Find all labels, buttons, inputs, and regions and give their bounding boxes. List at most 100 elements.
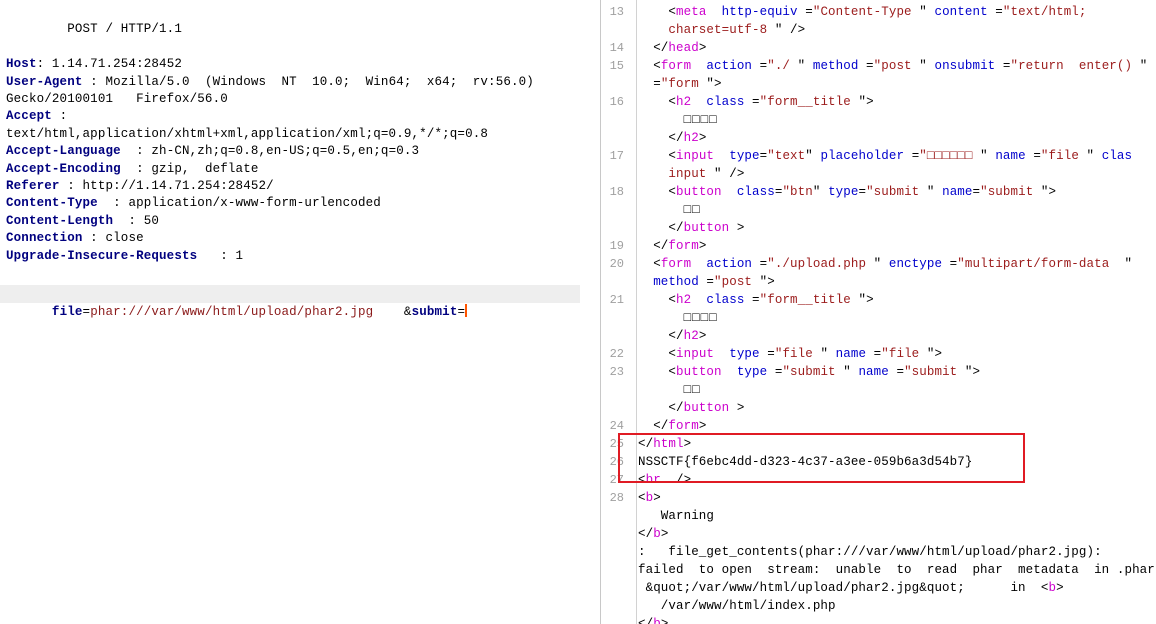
code-token-plain: =: [858, 185, 867, 199]
code-token-plain: &quot;/var/www/html/upload/phar2.jpg&quo…: [638, 581, 1049, 595]
source-line-code: </b>: [630, 615, 1156, 624]
source-line: 24 </form>: [600, 417, 1156, 435]
code-token-attr: class: [706, 293, 745, 307]
line-number: 20: [609, 257, 624, 271]
line-number: 22: [609, 347, 624, 361]
panel-divider[interactable]: [600, 0, 601, 624]
code-token-attr: http-equiv: [721, 5, 798, 19]
source-line-code: charset=utf-8 " />: [630, 21, 1156, 39]
code-token-tag: meta: [676, 5, 707, 19]
source-line-code: <button type ="submit " name ="submit ">: [630, 363, 1156, 381]
source-line: 27 <br />: [600, 471, 1156, 489]
source-line: </button >: [600, 219, 1156, 237]
source-line: </button >: [600, 399, 1156, 417]
code-token-plain: =: [972, 185, 981, 199]
source-line-code: □□□□: [630, 111, 1156, 129]
source-line: failed to open stream: unable to read ph…: [600, 561, 1156, 579]
code-token-plain: ">: [759, 275, 775, 289]
request-header-line: Accept-Encoding : gzip, deflate: [6, 161, 600, 178]
code-token-attr: class: [706, 95, 745, 109]
request-header-line: Accept :: [6, 108, 600, 125]
code-token-attr: name: [835, 347, 867, 361]
header-value: Mozilla/5.0 (Windows NT 10.0; Win64; x64…: [105, 74, 534, 89]
line-number: 15: [609, 59, 624, 73]
header-name: Accept: [6, 109, 52, 124]
source-line: charset=utf-8 " />: [600, 21, 1156, 39]
request-headers-area[interactable]: POST / HTTP/1.1 Host: 1.14.71.254:28452 U…: [0, 0, 600, 265]
request-header-line: Content-Type : application/x-www-form-ur…: [6, 195, 600, 212]
code-token-plain: =: [987, 5, 1003, 19]
code-token-plain: </: [638, 41, 669, 55]
code-token-tag: input: [676, 347, 715, 361]
code-token-plain: </: [638, 239, 669, 253]
code-token-plain: ">: [858, 95, 874, 109]
header-value: text/html,application/xhtml+xml,applicat…: [6, 126, 489, 141]
code-token-val: "submit: [866, 185, 927, 199]
code-token-plain: </: [638, 437, 654, 451]
code-token-attr: method: [812, 59, 859, 73]
request-header-line: Upgrade-Insecure-Requests : 1: [6, 248, 600, 265]
code-token-tofu: □□□□: [683, 113, 718, 127]
source-line-code: input " />: [630, 165, 1156, 183]
header-value: application/x-www-form-urlencoded: [128, 196, 381, 211]
code-token-tag: html: [653, 437, 684, 451]
screenshot-root: POST / HTTP/1.1 Host: 1.14.71.254:28452 U…: [0, 0, 1156, 624]
line-number: 14: [609, 41, 624, 55]
code-token-plain: <: [638, 491, 646, 505]
header-separator: :: [113, 213, 144, 228]
code-token-tag: form: [660, 59, 692, 73]
code-token-plain: NSSCTF{f6ebc4dd-d323-4c37-a3ee-059b6a3d5…: [638, 455, 973, 469]
source-line-code: <form action ="./ " method ="post " onsu…: [630, 57, 1156, 75]
code-token-attr: clas: [1101, 149, 1133, 163]
code-token-attr: type: [729, 149, 760, 163]
source-line-code: <input type="text" placeholder ="□□□□□□ …: [630, 147, 1156, 165]
source-line: 13 <meta http-equiv ="Content-Type " con…: [600, 3, 1156, 21]
header-separator: :: [82, 74, 106, 89]
code-token-plain: failed to open stream: unable to read ph…: [638, 563, 1155, 577]
code-token-tag: form: [668, 419, 699, 433]
source-line-code: <b>: [630, 489, 1156, 507]
code-token-plain: ": [980, 149, 996, 163]
code-token-plain: =: [858, 59, 874, 73]
source-line-code: </b>: [630, 525, 1156, 543]
http-request-panel[interactable]: POST / HTTP/1.1 Host: 1.14.71.254:28452 U…: [0, 0, 600, 624]
source-line-code: </h2>: [630, 327, 1156, 345]
source-line: 15 <form action ="./ " method ="post " o…: [600, 57, 1156, 75]
code-token-plain: =: [744, 95, 760, 109]
code-token-plain: >: [698, 329, 707, 343]
header-list: Host: 1.14.71.254:28452 User-Agent : Mozi…: [6, 56, 600, 265]
source-line: 19 </form>: [600, 237, 1156, 255]
header-value: Gecko/20100101 Firefox/56.0: [6, 92, 228, 107]
source-line-code: </h2>: [630, 129, 1156, 147]
header-value: close: [105, 231, 144, 246]
line-number: 18: [609, 185, 624, 199]
code-token-tag: form: [668, 239, 699, 253]
code-token-plain: ": [820, 347, 836, 361]
code-token-val: "Content-Type: [812, 5, 920, 19]
source-line-code: </form>: [630, 417, 1156, 435]
code-token-plain: >: [729, 221, 745, 235]
code-token-plain: </: [638, 329, 684, 343]
header-value: gzip, deflate: [151, 161, 259, 176]
header-name: Content-Length: [6, 213, 114, 228]
line-number: 16: [609, 95, 624, 109]
code-token-val: "□□□□□□: [919, 149, 981, 163]
code-token-plain: ": [805, 149, 821, 163]
header-separator: :: [120, 161, 152, 176]
request-line-text: POST / HTTP/1.1: [67, 22, 182, 37]
page-source-panel[interactable]: 13 <meta http-equiv ="Content-Type " con…: [600, 0, 1156, 624]
code-token-plain: =: [866, 347, 882, 361]
request-body-line[interactable]: file = phar:///var/www/html/upload/phar2.j…: [0, 285, 580, 319]
source-line: 17 <input type="text" placeholder ="□□□□…: [600, 147, 1156, 165]
code-token-plain: <: [638, 149, 677, 163]
code-token-plain: <: [638, 473, 646, 487]
code-token-val: "return enter(): [1010, 59, 1140, 73]
code-token-plain: >: [698, 419, 707, 433]
code-token-val: "submit: [980, 185, 1041, 199]
